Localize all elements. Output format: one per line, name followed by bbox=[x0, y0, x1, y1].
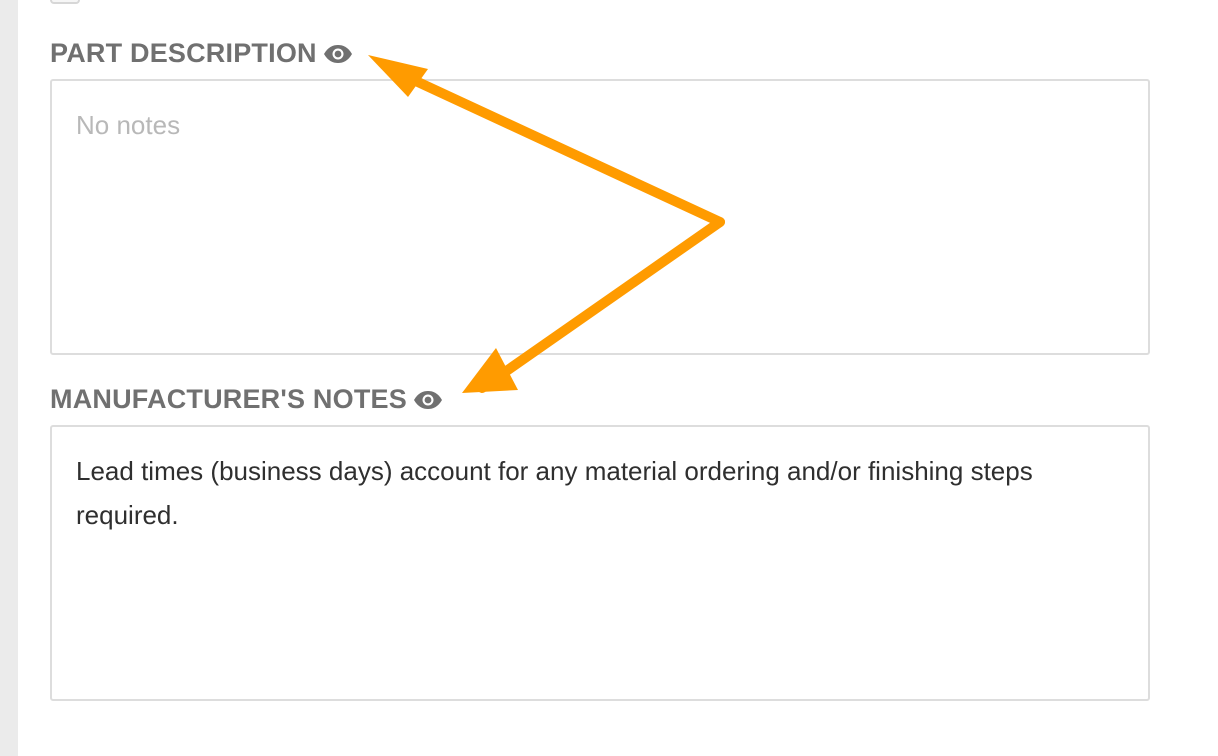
manufacturers-notes-label-text: MANUFACTURER'S NOTES bbox=[50, 384, 407, 414]
part-description-field[interactable]: No notes bbox=[50, 79, 1150, 355]
manufacturers-notes-field[interactable]: Lead times (business days) account for a… bbox=[50, 425, 1150, 701]
part-description-placeholder: No notes bbox=[76, 110, 181, 140]
partial-checkbox[interactable] bbox=[50, 0, 80, 4]
eye-icon[interactable] bbox=[413, 390, 443, 410]
left-gutter bbox=[0, 0, 18, 756]
part-description-label-text: PART DESCRIPTION bbox=[50, 38, 317, 68]
part-description-label: PART DESCRIPTION bbox=[50, 40, 353, 67]
manufacturers-notes-value: Lead times (business days) account for a… bbox=[76, 456, 1040, 530]
eye-icon[interactable] bbox=[323, 44, 353, 64]
manufacturers-notes-label: MANUFACTURER'S NOTES bbox=[50, 386, 443, 413]
partial-checkbox-label bbox=[96, 0, 416, 2]
